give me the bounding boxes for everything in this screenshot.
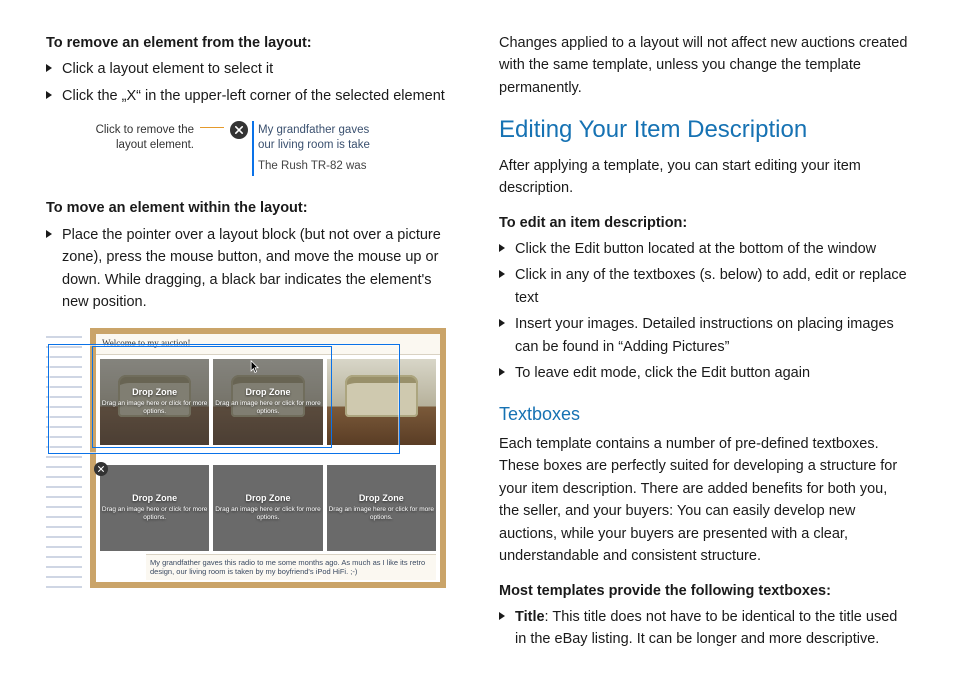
drop-zone: Drop ZoneDrag an image here or click for… <box>213 465 322 551</box>
templates-heading: Most templates provide the following tex… <box>499 580 910 602</box>
right-column: Changes applied to a layout will not aff… <box>499 32 910 665</box>
list-item: Place the pointer over a layout block (b… <box>46 224 457 314</box>
section-intro: After applying a template, you can start… <box>499 155 910 200</box>
list-item: Insert your images. Detailed instruction… <box>499 313 910 358</box>
remove-heading: To remove an element from the layout: <box>46 32 457 54</box>
figure-move-element: Welcome to my auction! Drop ZoneDrag an … <box>46 328 446 588</box>
layout-bottom-text: My grandfather gaves this radio to me so… <box>146 554 436 580</box>
figure-caption: Click to remove the layout element. <box>74 121 194 153</box>
drop-zone: Drop ZoneDrag an image here or click for… <box>100 359 209 445</box>
list-item: Click a layout element to select it <box>46 58 457 80</box>
layout-title: Welcome to my auction! <box>96 334 440 355</box>
list-item: Click the Edit button located at the bot… <box>499 238 910 260</box>
move-steps-list: Place the pointer over a layout block (b… <box>46 224 457 314</box>
remove-steps-list: Click a layout element to select it Clic… <box>46 58 457 107</box>
subsection-heading: Textboxes <box>499 401 910 429</box>
layout-canvas: Welcome to my auction! Drop ZoneDrag an … <box>90 328 446 588</box>
edit-steps-list: Click the Edit button located at the bot… <box>499 238 910 385</box>
list-item: Click in any of the textboxes (s. below)… <box>499 264 910 309</box>
edit-heading: To edit an item description: <box>499 212 910 234</box>
move-heading: To move an element within the layout: <box>46 197 457 219</box>
list-item: To leave edit mode, click the Edit butto… <box>499 362 910 384</box>
drop-zone: Drop ZoneDrag an image here or click for… <box>327 465 436 551</box>
templates-list: Title: This title does not have to be id… <box>499 606 910 651</box>
close-icon <box>230 121 248 139</box>
callout-line <box>200 127 224 128</box>
close-icon <box>94 462 108 476</box>
drop-zone: Drop ZoneDrag an image here or click for… <box>100 465 209 551</box>
figure-text-preview: My grandfather gaves our living room is … <box>252 121 408 176</box>
left-column: To remove an element from the layout: Cl… <box>46 32 457 665</box>
image-row-bottom: Drop ZoneDrag an image here or click for… <box>96 461 440 555</box>
image-thumbnail <box>327 359 436 445</box>
section-heading: Editing Your Item Description <box>499 111 910 148</box>
drop-zone: Drop ZoneDrag an image here or click for… <box>213 359 322 445</box>
list-item: Title: This title does not have to be id… <box>499 606 910 651</box>
image-row-top: Drop ZoneDrag an image here or click for… <box>96 355 440 449</box>
list-item: Click the „X“ in the upper-left corner o… <box>46 85 457 107</box>
ruler <box>46 328 82 588</box>
intro-paragraph: Changes applied to a layout will not aff… <box>499 32 910 99</box>
textboxes-paragraph: Each template contains a number of pre-d… <box>499 433 910 568</box>
cursor-icon <box>250 360 260 374</box>
figure-remove-element: Click to remove the layout element. My g… <box>74 121 457 177</box>
